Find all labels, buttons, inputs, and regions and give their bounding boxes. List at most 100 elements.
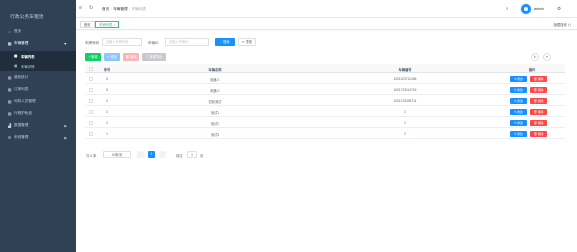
sidebar-subitem-vehicle-detail[interactable]: ▦ 车辆详情 [0, 61, 76, 71]
row-delete-button[interactable]: 🗑 删除 [530, 86, 547, 93]
cell-code: 2 [404, 120, 406, 125]
search-button[interactable]: ⌕ 搜索 [215, 38, 235, 46]
sidebar-item-label: 首页 [14, 29, 22, 33]
columns-button[interactable]: ≡ [543, 53, 551, 61]
table-header: 序号 车辆名称 车辆编号 操作 [85, 64, 565, 73]
chevron-right-icon: ▶ [64, 135, 67, 140]
select-all-checkbox[interactable] [89, 66, 93, 71]
reset-button[interactable]: ↻ 重置 [238, 38, 256, 46]
row-delete-button[interactable]: 🗑 删除 [530, 75, 547, 82]
sidebar-item-label: 车辆列表 [21, 54, 35, 59]
grid-icon: ▦ [14, 54, 18, 58]
table-row: 5 机器人 1001723114716 ✎ 修改 🗑 删除 [85, 84, 565, 95]
breadcrumb: 首页 / 车辆管理 / 车辆列表 [102, 6, 146, 11]
grid-icon: ▦ [7, 100, 12, 104]
row-edit-button[interactable]: ✎ 修改 [510, 86, 527, 93]
header-name: 车辆名称 [208, 67, 222, 72]
breadcrumb-vehicle-management[interactable]: 车辆管理 [113, 7, 127, 11]
row-checkbox[interactable] [89, 109, 93, 114]
sidebar-item-drivers[interactable]: ▦ 司机人员管理 [0, 96, 76, 107]
header-id: 序号 [103, 67, 111, 72]
row-edit-button[interactable]: ✎ 修改 [510, 130, 527, 137]
cell-code: 2 [404, 131, 406, 136]
sidebar-item-system[interactable]: ⚙ 系统管理 ▶ [0, 132, 76, 143]
table-row: 3 测试1 2 ✎ 修改 🗑 删除 [85, 106, 565, 117]
goto-suffix: 页 [200, 154, 204, 158]
gear-icon[interactable]: ⚙ [557, 6, 561, 12]
row-checkbox[interactable] [89, 98, 93, 103]
grid-icon: ▦ [7, 88, 12, 92]
row-checkbox[interactable] [89, 120, 93, 125]
cell-id: 6 [106, 76, 108, 81]
breadcrumb-current: 车辆列表 [131, 6, 146, 11]
row-edit-button[interactable]: ✎ 修改 [510, 119, 527, 126]
sidebar-item-label: 订单列表 [14, 87, 29, 91]
row-edit-button[interactable]: ✎ 修改 [510, 108, 527, 115]
cell-name: 测试3 [210, 132, 220, 137]
grid-icon: ▦ [14, 64, 18, 68]
hamburger-icon[interactable]: ≡ [79, 5, 82, 11]
chart-icon: ▟ [8, 124, 11, 128]
tag-label: 车辆列表 [99, 23, 113, 27]
app-title: 行政公务车租赁 [10, 15, 44, 20]
cell-id: 3 [106, 109, 108, 114]
cell-code: 1001723114716 [393, 87, 417, 92]
close-icon[interactable]: × [114, 23, 116, 27]
header-actions: 操作 [528, 67, 536, 72]
page-size-select[interactable]: 10条/页 [103, 151, 131, 158]
grid-icon: ▦ [7, 42, 12, 46]
cell-name: 机器人 [210, 77, 220, 82]
sidebar-item-label: 车辆管理 [14, 41, 29, 45]
plate-number-input[interactable]: 请输入车牌号码 [102, 38, 142, 46]
refresh-table-button[interactable]: ↻ [531, 53, 539, 61]
cell-id: 1 [106, 131, 108, 136]
refresh-icon[interactable]: ↻ [89, 5, 93, 11]
row-delete-button[interactable]: 🗑 删除 [530, 97, 547, 104]
add-button[interactable]: + 新增 [85, 53, 101, 61]
tag-home[interactable]: 首页 [80, 21, 95, 28]
tag-vehicle-list[interactable]: 车辆列表 × [95, 21, 120, 28]
delete-button[interactable]: 🗑 删除 [123, 53, 139, 61]
sidebar-item-orders[interactable]: ▦ 订单列表 [0, 84, 76, 95]
sidebar-item-trips[interactable]: ▦ 行程护轨迹 [0, 108, 76, 119]
row-checkbox[interactable] [89, 87, 93, 92]
cell-name: 测试2 [210, 121, 220, 126]
prev-page-button[interactable]: ‹ [137, 151, 144, 158]
sidebar-item-data[interactable]: ▟ 数据管理 ▶ [0, 120, 76, 131]
sidebar-item-label: 营收统计 [14, 75, 29, 79]
row-delete-button[interactable]: 🗑 删除 [530, 119, 547, 126]
cell-id: 4 [106, 98, 108, 103]
chevron-right-icon: ▶ [64, 123, 67, 128]
goto-label: 前往 [176, 154, 183, 158]
sidebar-subitem-vehicle-list[interactable]: ▦ 车辆列表 [0, 51, 76, 61]
vehicle-id-input[interactable]: 请输入车辆ID [165, 38, 209, 46]
hide-search-toggle[interactable]: 隐藏搜索 ⇅ [554, 22, 571, 27]
plate-number-label: 车牌号码 [85, 41, 99, 45]
sidebar-item-vehicle-management[interactable]: ▦ 车辆管理 ▼ [0, 38, 76, 49]
sidebar-item-home[interactable]: ⌂ 首页 [0, 26, 76, 37]
cell-code: 1001103712456 [393, 76, 417, 81]
row-delete-button[interactable]: 🗑 删除 [530, 108, 547, 115]
sidebar-item-label: 数据管理 [14, 123, 29, 127]
grid-icon: ▦ [7, 76, 12, 80]
chevron-down-icon: ▼ [63, 41, 67, 46]
breadcrumb-home[interactable]: 首页 [102, 7, 109, 11]
row-delete-button[interactable]: 🗑 删除 [530, 130, 547, 137]
export-button[interactable]: ⇩ 批量导出 [142, 53, 166, 61]
goto-page-input[interactable]: 1 [187, 151, 197, 158]
next-page-button[interactable]: › [159, 151, 166, 158]
tags-view: 首页 车辆列表 × 隐藏搜索 ⇅ [76, 18, 577, 30]
search-icon[interactable]: ⌕ [506, 6, 509, 11]
avatar[interactable] [520, 3, 532, 15]
username[interactable]: admin [534, 7, 544, 11]
row-edit-button[interactable]: ✎ 修改 [510, 97, 527, 104]
row-edit-button[interactable]: ✎ 修改 [510, 75, 527, 82]
gear-icon: ⚙ [7, 136, 12, 140]
row-checkbox[interactable] [89, 76, 93, 81]
row-checkbox[interactable] [89, 131, 93, 136]
page-number-current[interactable]: 1 [148, 151, 155, 158]
edit-button[interactable]: ✎ 修改 [104, 53, 120, 61]
cell-id: 2 [106, 120, 108, 125]
cell-name: 测试1 [210, 110, 220, 115]
sidebar-item-revenue[interactable]: ▦ 营收统计 [0, 72, 76, 83]
